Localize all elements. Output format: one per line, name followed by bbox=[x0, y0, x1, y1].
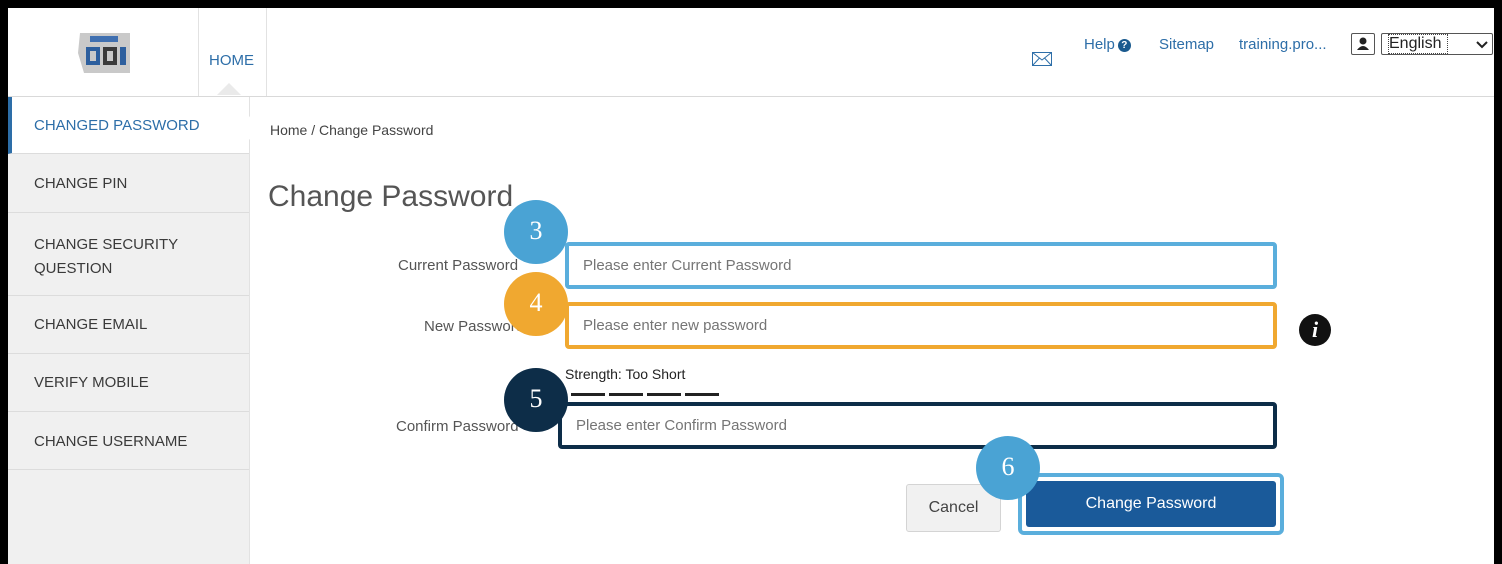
active-item-arrow bbox=[249, 116, 259, 140]
strength-bar-segment bbox=[571, 393, 605, 396]
language-value: English bbox=[1387, 34, 1449, 54]
change-password-button[interactable]: Change Password bbox=[1026, 481, 1276, 527]
active-tab-caret bbox=[217, 83, 241, 95]
sidebar-item-change-pin[interactable]: CHANGE PIN bbox=[8, 154, 249, 213]
help-label: Help bbox=[1084, 36, 1115, 53]
home-tab[interactable]: HOME bbox=[199, 8, 267, 96]
info-icon[interactable]: i bbox=[1299, 314, 1331, 346]
sidebar-item-changed-password[interactable]: CHANGED PASSWORD bbox=[8, 97, 249, 154]
password-strength-text: Strength: Too Short bbox=[565, 366, 686, 382]
breadcrumb: Home / Change Password bbox=[270, 122, 434, 138]
step-badge-3: 3 bbox=[504, 200, 568, 264]
mail-icon[interactable] bbox=[1032, 52, 1052, 66]
sidebar-item-label: VERIFY MOBILE bbox=[34, 374, 149, 391]
user-icon bbox=[1357, 37, 1369, 50]
logo-icon bbox=[78, 33, 130, 73]
logo-area bbox=[8, 8, 199, 96]
strength-bar-segment bbox=[609, 393, 643, 396]
strength-bar-segment bbox=[685, 393, 719, 396]
sidebar-item-change-username[interactable]: CHANGE USERNAME bbox=[8, 412, 249, 470]
current-password-input[interactable] bbox=[565, 242, 1277, 289]
confirm-password-label: Confirm Password bbox=[396, 418, 519, 435]
help-link[interactable]: Help? bbox=[1084, 36, 1131, 53]
new-password-input[interactable] bbox=[565, 302, 1277, 349]
sidebar-item-label: CHANGE USERNAME bbox=[34, 433, 188, 450]
current-password-label: Current Password bbox=[398, 257, 519, 274]
top-header: HOME Help? Sitemap training.pro... Engli… bbox=[8, 8, 1494, 97]
sidebar: CHANGED PASSWORD CHANGE PIN CHANGE SECUR… bbox=[8, 97, 250, 564]
confirm-password-input[interactable] bbox=[558, 402, 1277, 449]
app-window: HOME Help? Sitemap training.pro... Engli… bbox=[8, 8, 1494, 564]
user-link[interactable]: training.pro... bbox=[1239, 36, 1327, 53]
chevron-down-icon bbox=[1476, 41, 1488, 49]
user-menu-button[interactable] bbox=[1351, 33, 1375, 55]
strength-bar-segment bbox=[647, 393, 681, 396]
home-tab-label: HOME bbox=[209, 52, 254, 69]
step-badge-5: 5 bbox=[504, 368, 568, 432]
step-badge-6: 6 bbox=[976, 436, 1040, 500]
sidebar-item-change-security-question[interactable]: CHANGE SECURITY QUESTION bbox=[8, 213, 249, 296]
sidebar-item-label: CHANGE EMAIL bbox=[34, 316, 148, 333]
page-title: Change Password bbox=[268, 180, 514, 213]
help-icon: ? bbox=[1117, 39, 1131, 52]
sidebar-item-verify-mobile[interactable]: VERIFY MOBILE bbox=[8, 354, 249, 412]
sidebar-item-label: CHANGED PASSWORD bbox=[34, 117, 200, 134]
step-badge-4: 4 bbox=[504, 272, 568, 336]
sidebar-item-label: CHANGE SECURITY QUESTION bbox=[34, 236, 178, 277]
sidebar-item-label: CHANGE PIN bbox=[34, 175, 128, 192]
sitemap-link[interactable]: Sitemap bbox=[1159, 36, 1214, 53]
language-select[interactable]: English bbox=[1381, 33, 1493, 55]
sidebar-item-change-email[interactable]: CHANGE EMAIL bbox=[8, 296, 249, 354]
